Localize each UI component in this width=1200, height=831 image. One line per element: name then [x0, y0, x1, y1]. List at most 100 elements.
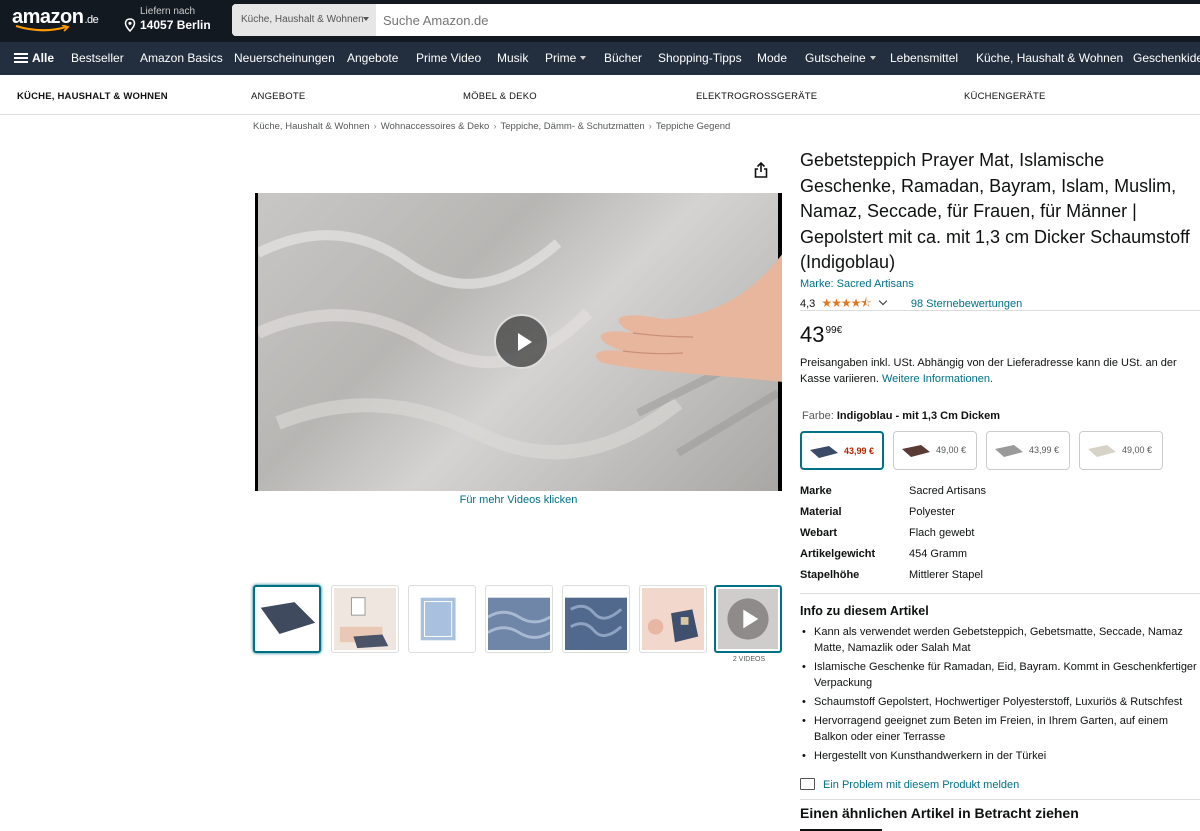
- thumbnail-image[interactable]: [485, 585, 553, 653]
- spec-value: Mittlerer Stapel: [909, 569, 983, 581]
- gift-thumbnail-image: [642, 588, 704, 650]
- mat-swatch-image: [1088, 445, 1116, 457]
- video-thumbnail[interactable]: [714, 585, 782, 653]
- price-currency: €: [836, 325, 843, 336]
- subnav-item-moebel-deko[interactable]: MÖBEL & DEKO: [463, 91, 537, 102]
- nav-label: Alle: [32, 51, 55, 65]
- report-problem-link[interactable]: Ein Problem mit diesem Produkt melden: [800, 778, 1019, 791]
- chevron-down-icon: [363, 17, 369, 21]
- nav-item-kueche-haushalt[interactable]: Küche, Haushalt & Wohnen: [976, 51, 1123, 65]
- search-bar: Küche, Haushalt & Wohnen: [232, 4, 1200, 36]
- color-label-value: Indigoblau - mit 1,3 Cm Dickem: [836, 410, 1001, 422]
- list-item: Kann als verwendet werden Gebetsteppich,…: [800, 624, 1200, 656]
- thumbnail-image[interactable]: [562, 585, 630, 653]
- subnav-item-kuechengeraete[interactable]: KÜCHENGERÄTE: [964, 91, 1046, 102]
- nav-item-shopping-tipps[interactable]: Shopping-Tipps: [658, 51, 742, 65]
- ratings-count-link[interactable]: 98 Sternebewertungen: [911, 298, 1022, 310]
- pattern-thumbnail-image: [565, 588, 627, 650]
- category-subnav: KÜCHE, HAUSHALT & WOHNEN ANGEBOTE MÖBEL …: [0, 75, 1200, 115]
- price: 4399€: [800, 322, 842, 348]
- spec-value: Sacred Artisans: [909, 485, 987, 497]
- color-swatch-grey[interactable]: 43,99 €: [986, 431, 1070, 470]
- mat-swatch-image: [902, 445, 930, 457]
- nav-item-prime-video[interactable]: Prime Video: [416, 51, 481, 65]
- thumbnail-image[interactable]: [253, 585, 321, 653]
- breadcrumb-separator-icon: ›: [648, 121, 652, 132]
- nav-item-prime[interactable]: Prime: [545, 51, 587, 65]
- similar-items-heading: Einen ähnlichen Artikel in Betracht zieh…: [800, 805, 1079, 821]
- spec-key: Webart: [800, 527, 838, 539]
- mat-thumbnail-image: [257, 589, 317, 649]
- report-label: Ein Problem mit diesem Produkt melden: [823, 779, 1020, 791]
- nav-item-bestseller[interactable]: Bestseller: [71, 51, 124, 65]
- nav-item-gutscheine[interactable]: Gutscheine: [805, 51, 876, 65]
- nav-item-amazon-basics[interactable]: Amazon Basics: [140, 51, 223, 65]
- product-video-player[interactable]: [255, 193, 782, 491]
- deliver-label: Liefern nach: [140, 6, 196, 17]
- nav-item-mode[interactable]: Mode: [757, 51, 787, 65]
- divider: [800, 799, 1200, 800]
- list-item: Hergestellt von Kunsthandwerkern in der …: [800, 748, 1200, 764]
- search-input[interactable]: [376, 4, 1196, 36]
- spec-value: 454 Gramm: [909, 548, 968, 560]
- nav-label: Prime: [545, 51, 577, 65]
- logo-tld: .de: [84, 14, 99, 26]
- spec-value: Flach gewebt: [909, 527, 975, 539]
- color-swatch-indigo[interactable]: 43,99 €: [800, 431, 884, 470]
- subnav-item-elektrogrossgeraete[interactable]: ELEKTROGROSSGERÄTE: [696, 91, 817, 102]
- subnav-item-angebote[interactable]: ANGEBOTE: [251, 91, 305, 102]
- price-fraction: 99: [825, 325, 837, 336]
- hamburger-menu-icon: [14, 53, 28, 63]
- search-category-label: Küche, Haushalt & Wohnen: [241, 14, 364, 25]
- breadcrumb-item[interactable]: Küche, Haushalt & Wohnen: [253, 121, 370, 132]
- main-nav: Alle Bestseller Amazon Basics Neuerschei…: [0, 42, 1200, 75]
- list-item: Schaumstoff Gepolstert, Hochwertiger Pol…: [800, 694, 1200, 710]
- price-whole: 43: [800, 322, 825, 347]
- thumbnail-image[interactable]: [639, 585, 707, 653]
- chevron-down-icon: [869, 56, 876, 60]
- chevron-down-icon: [580, 56, 587, 60]
- top-header: amazon.de Liefern nach 14057 Berlin Küch…: [0, 0, 1200, 42]
- nav-item-neuerscheinungen[interactable]: Neuerscheinungen: [234, 51, 335, 65]
- breadcrumb-item[interactable]: Wohnaccessoires & Deko: [381, 121, 490, 132]
- size-thumbnail-image: [411, 588, 473, 650]
- nav-item-musik[interactable]: Musik: [497, 51, 528, 65]
- more-videos-link[interactable]: Für mehr Videos klicken: [255, 494, 782, 506]
- list-item: Hervorragend geeignet zum Beten im Freie…: [800, 713, 1200, 745]
- nav-item-alle[interactable]: Alle: [14, 51, 54, 65]
- hand-image: [595, 254, 782, 382]
- logo-smile-icon: [15, 25, 70, 32]
- swatch-price: 49,00 €: [936, 445, 967, 455]
- swatch-price: 49,00 €: [1122, 445, 1153, 455]
- subnav-item-kueche-haushalt[interactable]: KÜCHE, HAUSHALT & WOHNEN: [17, 91, 168, 102]
- breadcrumb-item[interactable]: Teppiche, Dämm- & Schutzmatten: [501, 121, 645, 132]
- feature-bullets: Kann als verwendet werden Gebetsteppich,…: [800, 624, 1200, 767]
- share-icon[interactable]: [752, 161, 770, 179]
- nav-item-angebote[interactable]: Angebote: [347, 51, 398, 65]
- chevron-down-icon[interactable]: [878, 296, 888, 306]
- rating-row: 4,3 ★★★★⯪ 98 Sternebewertungen: [800, 294, 1022, 315]
- more-info-link[interactable]: Weitere Informationen.: [882, 373, 993, 385]
- divider: [800, 310, 1200, 311]
- color-swatch-beige[interactable]: 49,00 €: [1079, 431, 1163, 470]
- nav-item-geschenkideen[interactable]: Geschenkideen: [1133, 51, 1200, 65]
- spec-key: Artikelgewicht: [800, 548, 876, 560]
- thumbnail-image[interactable]: [408, 585, 476, 653]
- divider: [800, 593, 1200, 594]
- brand-link[interactable]: Marke: Sacred Artisans: [800, 278, 914, 290]
- nav-item-buecher[interactable]: Bücher: [604, 51, 642, 65]
- color-label-key: Farbe:: [802, 410, 834, 422]
- breadcrumb-item[interactable]: Teppiche Gegend: [656, 121, 730, 132]
- deliver-location: 14057 Berlin: [140, 18, 211, 32]
- spec-row: Material Polyester: [800, 506, 955, 518]
- videos-count-label: 2 VIDEOS: [732, 656, 766, 663]
- nav-item-lebensmittel[interactable]: Lebensmittel: [890, 51, 958, 65]
- mat-swatch-image: [995, 445, 1023, 457]
- location-pin-icon: [124, 18, 136, 32]
- spec-key: Stapelhöhe: [800, 569, 860, 581]
- star-rating-icon[interactable]: ★★★★⯪: [821, 296, 871, 310]
- search-category-select[interactable]: Küche, Haushalt & Wohnen: [232, 4, 376, 36]
- thumbnail-image[interactable]: [331, 585, 399, 653]
- play-button[interactable]: [494, 314, 549, 369]
- color-swatch-brown[interactable]: 49,00 €: [893, 431, 977, 470]
